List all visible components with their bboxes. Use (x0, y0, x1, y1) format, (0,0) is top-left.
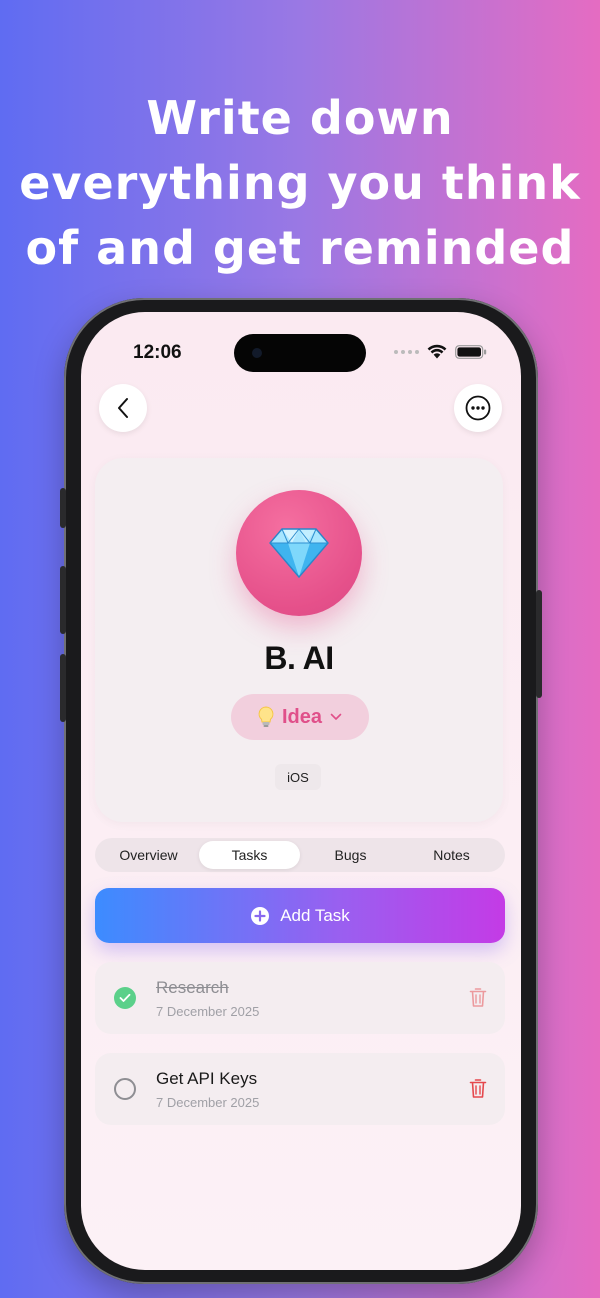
plus-circle-icon (251, 906, 270, 925)
chevron-down-icon (330, 713, 342, 720)
status-time: 12:06 (133, 342, 182, 363)
trash-icon[interactable] (469, 1078, 487, 1099)
wifi-icon (427, 344, 447, 359)
category-label: Idea (281, 705, 323, 728)
battery-icon (455, 344, 487, 359)
task-title: Research (156, 978, 229, 997)
tab-tasks[interactable]: Tasks (199, 841, 300, 869)
phone-screen: 12:06 B. AI Idea iOS Overview Tasks Bugs… (81, 312, 521, 1270)
checkmark-icon (119, 993, 131, 1002)
task-date: 7 December 2025 (156, 1095, 260, 1110)
power-button (536, 590, 542, 698)
promo-headline: Write down everything you think of and g… (0, 86, 600, 281)
task-checkbox[interactable] (114, 987, 136, 1009)
headline-line-2: everything you think (19, 156, 581, 210)
more-options-button[interactable] (454, 384, 502, 432)
volume-down-button (60, 654, 66, 722)
volume-up-button (60, 566, 66, 634)
task-checkbox[interactable] (114, 1078, 136, 1100)
back-button[interactable] (99, 384, 147, 432)
signal-dots-icon (394, 349, 419, 354)
dynamic-island (234, 334, 366, 372)
lightbulb-icon (258, 706, 274, 727)
diamond-icon (269, 528, 329, 579)
tab-overview[interactable]: Overview (98, 841, 199, 869)
tab-bugs[interactable]: Bugs (300, 841, 401, 869)
chevron-left-icon (118, 398, 128, 418)
task-row[interactable]: Research 7 December 2025 (95, 962, 505, 1034)
headline-line-3: of and get reminded (25, 221, 575, 275)
tab-notes[interactable]: Notes (401, 841, 502, 869)
camera-icon (252, 348, 262, 358)
status-indicators (394, 344, 487, 359)
project-header-card: B. AI Idea iOS (95, 458, 503, 822)
action-button (60, 488, 66, 528)
category-selector[interactable]: Idea (231, 694, 369, 740)
headline-line-1: Write down (146, 91, 454, 145)
project-avatar (236, 490, 362, 616)
project-title: B. AI (264, 640, 334, 676)
add-task-label: Add Task (280, 905, 350, 925)
task-date: 7 December 2025 (156, 1004, 260, 1019)
trash-icon[interactable] (469, 987, 487, 1008)
segmented-tabs: Overview Tasks Bugs Notes (95, 838, 505, 872)
ellipsis-circle-icon (465, 395, 491, 421)
task-title: Get API Keys (156, 1069, 258, 1088)
task-row[interactable]: Get API Keys 7 December 2025 (95, 1053, 505, 1125)
add-task-button[interactable]: Add Task (95, 888, 505, 943)
platform-tag: iOS (275, 764, 321, 790)
